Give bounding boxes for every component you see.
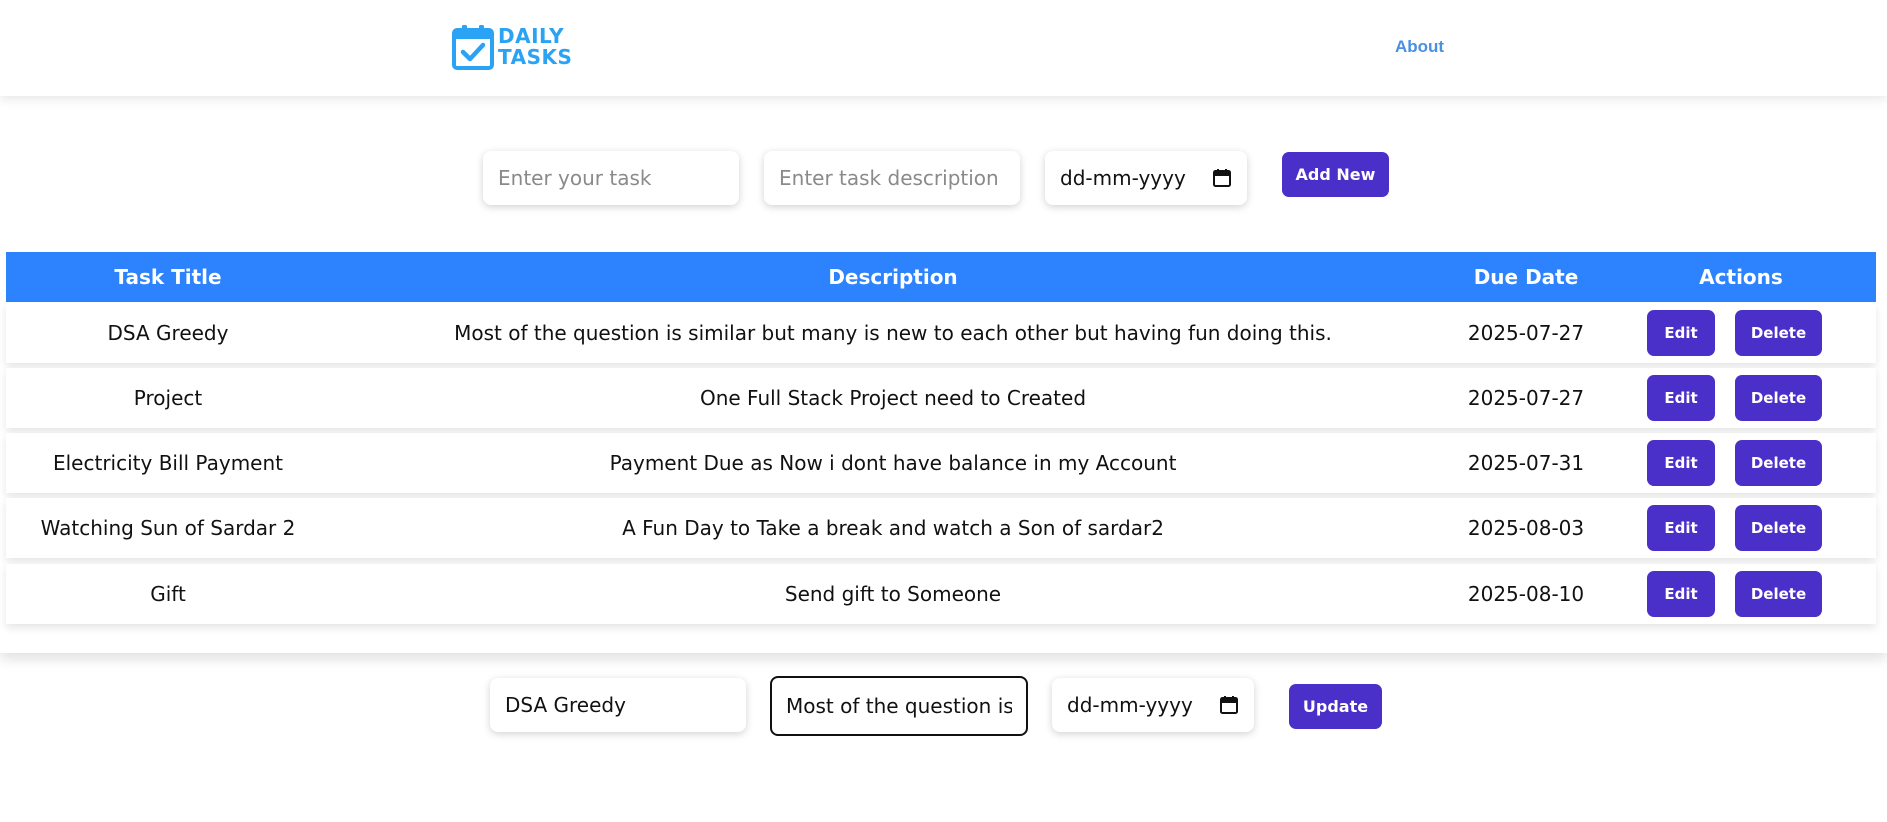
row-description: Most of the question is similar but many… bbox=[454, 321, 1332, 345]
row-task-title: Electricity Bill Payment bbox=[52, 451, 283, 475]
task-title-placeholder: Enter your task bbox=[498, 166, 652, 190]
calendar-icon[interactable] bbox=[1219, 695, 1239, 715]
row-due-date: 2025-07-27 bbox=[1467, 386, 1585, 410]
edit-button[interactable]: Edit bbox=[1647, 375, 1715, 421]
row-description: Payment Due as Now i dont have balance i… bbox=[609, 451, 1177, 475]
due-date-input[interactable]: dd-mm-yyyy bbox=[1045, 151, 1247, 205]
table-row: Electricity Bill Payment Payment Due as … bbox=[6, 433, 1876, 493]
navbar: DAILY TASKS About bbox=[0, 0, 1887, 96]
edit-task-title-value: DSA Greedy bbox=[505, 693, 626, 717]
edit-due-date-input[interactable]: dd-mm-yyyy bbox=[1052, 678, 1254, 732]
header-actions: Actions bbox=[1699, 265, 1783, 289]
table-row: Watching Sun of Sardar 2 A Fun Day to Ta… bbox=[6, 498, 1876, 558]
delete-button[interactable]: Delete bbox=[1735, 571, 1822, 617]
table-row: Gift Send gift to Someone 2025-08-10 Edi… bbox=[6, 564, 1876, 624]
row-task-title: DSA Greedy bbox=[107, 321, 229, 345]
brand-line-1: DAILY bbox=[498, 24, 565, 48]
row-description: One Full Stack Project need to Created bbox=[699, 386, 1087, 410]
delete-button[interactable]: Delete bbox=[1735, 375, 1822, 421]
nav-about-link[interactable]: About bbox=[1395, 37, 1444, 57]
task-title-input[interactable]: Enter your task bbox=[483, 151, 739, 205]
edit-button[interactable]: Edit bbox=[1647, 571, 1715, 617]
row-due-date: 2025-08-03 bbox=[1467, 516, 1585, 540]
calendar-check-icon bbox=[452, 25, 494, 70]
table-header: Task Title Description Due Date Actions bbox=[6, 252, 1876, 302]
edit-button[interactable]: Edit bbox=[1647, 440, 1715, 486]
add-new-button[interactable]: Add New bbox=[1282, 152, 1389, 197]
brand-logo[interactable]: DAILY TASKS bbox=[452, 23, 572, 71]
edit-task-description-input[interactable]: Most of the question is sir bbox=[770, 676, 1028, 736]
row-due-date: 2025-08-10 bbox=[1467, 582, 1585, 606]
delete-button[interactable]: Delete bbox=[1735, 505, 1822, 551]
task-panel: Enter your task Enter task description d… bbox=[0, 96, 1887, 653]
row-description: Send gift to Someone bbox=[784, 582, 1002, 606]
header-description: Description bbox=[828, 265, 958, 289]
edit-task-title-input[interactable]: DSA Greedy bbox=[490, 678, 746, 732]
edit-button[interactable]: Edit bbox=[1647, 310, 1715, 356]
table-row: Project One Full Stack Project need to C… bbox=[6, 368, 1876, 428]
row-description: A Fun Day to Take a break and watch a So… bbox=[622, 516, 1164, 540]
row-task-title: Project bbox=[133, 386, 203, 410]
task-description-input[interactable]: Enter task description bbox=[764, 151, 1020, 205]
edit-task-description-value: Most of the question is sir bbox=[786, 694, 1012, 718]
header-due-date: Due Date bbox=[1473, 265, 1579, 289]
due-date-placeholder: dd-mm-yyyy bbox=[1060, 166, 1186, 190]
brand-name: DAILY TASKS bbox=[498, 26, 572, 68]
row-due-date: 2025-07-27 bbox=[1467, 321, 1585, 345]
edit-due-date-placeholder: dd-mm-yyyy bbox=[1067, 693, 1193, 717]
brand-line-2: TASKS bbox=[498, 45, 573, 69]
update-button[interactable]: Update bbox=[1289, 684, 1382, 729]
row-due-date: 2025-07-31 bbox=[1467, 451, 1585, 475]
delete-button[interactable]: Delete bbox=[1735, 440, 1822, 486]
delete-button[interactable]: Delete bbox=[1735, 310, 1822, 356]
edit-button[interactable]: Edit bbox=[1647, 505, 1715, 551]
calendar-icon[interactable] bbox=[1212, 168, 1232, 188]
task-description-placeholder: Enter task description bbox=[779, 166, 999, 190]
table-row: DSA Greedy Most of the question is simil… bbox=[6, 303, 1876, 363]
header-task-title: Task Title bbox=[114, 265, 222, 289]
row-task-title: Watching Sun of Sardar 2 bbox=[40, 516, 296, 540]
row-task-title: Gift bbox=[150, 582, 186, 606]
